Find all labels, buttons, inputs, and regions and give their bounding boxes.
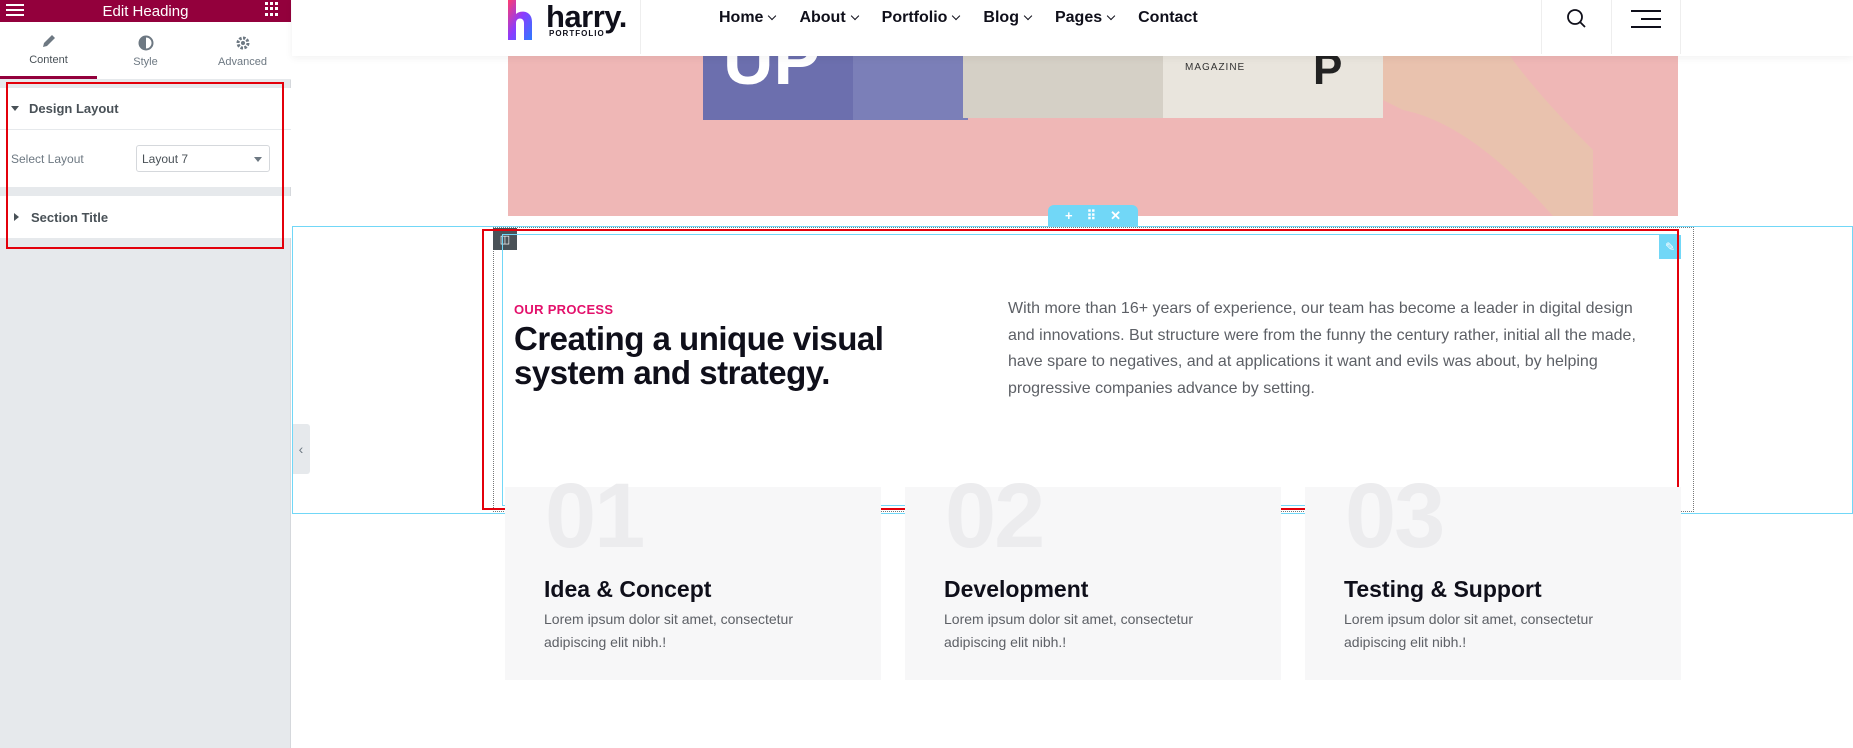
gear-icon (236, 36, 249, 49)
tab-content[interactable]: Content (0, 22, 97, 79)
caret-down-icon (11, 106, 19, 111)
card-text: Lorem ipsum dolor sit amet, consectetur … (944, 611, 1193, 650)
tab-advanced-label: Advanced (218, 55, 267, 68)
tab-advanced[interactable]: Advanced (194, 22, 291, 79)
panel-header: Edit Heading (0, 0, 291, 22)
section-description: With more than 16+ years of experience, … (1008, 300, 1636, 397)
process-card-2: 02 Development Lorem ipsum dolor sit ame… (905, 470, 1281, 680)
header-divider (1680, 0, 1681, 54)
chevron-down-icon (768, 11, 777, 21)
section-handle: + ⠿ ✕ (1048, 205, 1138, 226)
card-number: 03 (1345, 465, 1445, 567)
nav-about-label: About (799, 9, 846, 26)
card-number: 02 (945, 465, 1045, 567)
card-title: Development (944, 576, 1089, 602)
panel-tabs: Content Style Advanced (0, 22, 291, 80)
card-text: Lorem ipsum dolor sit amet, consectetur … (1344, 611, 1593, 650)
nav-contact-label: Contact (1138, 9, 1198, 26)
chevron-down-icon (1106, 11, 1116, 21)
nav-about[interactable]: About (799, 9, 859, 27)
section-design-layout[interactable]: Design Layout (0, 88, 291, 130)
header-divider (1541, 0, 1542, 54)
card-title: Idea & Concept (544, 576, 712, 602)
process-card-1: 01 Idea & Concept Lorem ipsum dolor sit … (505, 470, 881, 680)
contrast-icon (138, 35, 153, 50)
nav-blog[interactable]: Blog (983, 9, 1033, 27)
chevron-down-icon (952, 11, 961, 21)
nav-pages[interactable]: Pages (1054, 9, 1116, 27)
tab-style[interactable]: Style (97, 22, 194, 79)
header-divider (640, 0, 641, 54)
logo-subtitle: PORTFOLIO (549, 29, 605, 38)
nav-portfolio[interactable]: Portfolio (881, 9, 961, 27)
edit-widget-icon[interactable]: ✎ (1659, 235, 1681, 259)
site-logo[interactable]: harry. PORTFOLIO (504, 0, 632, 46)
widgets-grid-icon[interactable] (265, 2, 279, 16)
section-design-layout-label: Design Layout (29, 101, 119, 116)
section-title-label: Section Title (31, 209, 109, 225)
section-section-title[interactable]: Section Title (0, 196, 291, 238)
chevron-down-icon (1023, 11, 1033, 21)
nav-portfolio-label: Portfolio (881, 9, 948, 26)
search-icon[interactable] (1564, 6, 1590, 32)
site-header: harry. PORTFOLIO Home About Portfolio Bl… (292, 0, 1853, 56)
delete-section-icon[interactable]: ✕ (1110, 208, 1121, 224)
pencil-icon (42, 35, 55, 47)
select-layout-control: Select Layout Layout 7 (0, 130, 291, 187)
card-number: 01 (545, 465, 645, 567)
nav-contact[interactable]: Contact (1138, 9, 1198, 27)
main-nav: Home About Portfolio Blog Pages Contact (719, 9, 1198, 27)
drag-handle-icon[interactable]: ⠿ (1087, 208, 1097, 224)
nav-pages-label: Pages (1054, 9, 1103, 26)
process-card-3: 03 Testing & Support Lorem ipsum dolor s… (1305, 470, 1681, 680)
header-divider (1611, 0, 1612, 54)
add-section-icon[interactable]: + (1065, 208, 1073, 223)
tab-content-label: Content (29, 54, 68, 66)
editor-panel: Edit Heading Content Style Advanced Desi… (0, 0, 291, 748)
hamburger-icon[interactable] (6, 1, 24, 16)
chevron-down-icon (254, 157, 262, 162)
nav-home[interactable]: Home (719, 9, 777, 27)
magazine-right-text: MAGAZINE (1185, 62, 1246, 73)
tab-style-label: Style (133, 55, 158, 68)
select-layout-label: Select Layout (11, 152, 84, 166)
card-text: Lorem ipsum dolor sit amet, consectetur … (544, 611, 793, 650)
select-layout-dropdown[interactable]: Layout 7 (136, 145, 270, 172)
nav-blog-label: Blog (983, 9, 1019, 26)
logo-mark-icon (508, 0, 532, 40)
section-subtitle: OUR PROCESS (514, 302, 614, 317)
select-layout-value: Layout 7 (142, 152, 189, 166)
caret-right-icon (14, 213, 19, 221)
chevron-down-icon (850, 11, 859, 21)
panel-title: Edit Heading (102, 2, 189, 20)
card-title: Testing & Support (1344, 576, 1542, 602)
section-heading: Creating a unique visual system and stra… (514, 320, 884, 392)
nav-home-label: Home (719, 9, 764, 26)
offcanvas-menu-icon[interactable] (1631, 10, 1661, 30)
